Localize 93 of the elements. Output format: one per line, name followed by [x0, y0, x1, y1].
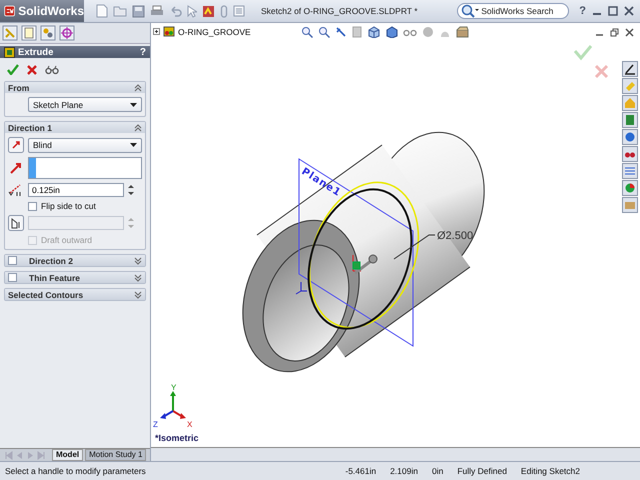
close-icon[interactable] — [625, 28, 634, 37]
box-icon[interactable] — [456, 26, 469, 38]
chevron-icon[interactable] — [134, 124, 142, 132]
app-name: SolidWorks — [18, 4, 84, 18]
pointer-icon[interactable] — [187, 4, 197, 18]
part-icon — [163, 26, 175, 37]
list-icon[interactable] — [233, 5, 245, 17]
axis-triad-icon — [160, 391, 186, 419]
status-field: 2.109in — [390, 466, 418, 476]
status-message: Select a handle to modify parameters — [5, 466, 146, 476]
pencil-icon[interactable] — [622, 61, 638, 77]
logo-icon — [4, 3, 16, 19]
leader-line — [394, 234, 436, 260]
paperclip-icon[interactable] — [220, 4, 228, 18]
origin-icon — [296, 282, 308, 294]
status-field: 0in — [432, 466, 444, 476]
zoom-icon[interactable] — [301, 26, 313, 38]
grid-icon[interactable] — [622, 163, 638, 179]
section-header[interactable]: From — [5, 82, 145, 93]
reverse-direction-button[interactable] — [8, 137, 24, 153]
printer-icon[interactable] — [150, 4, 164, 18]
restore-icon[interactable] — [610, 28, 619, 37]
view-label: *Isometric — [155, 433, 199, 443]
arrow-icon — [8, 160, 24, 176]
spinner-icon[interactable] — [128, 184, 134, 196]
status-field: Editing Sketch2 — [520, 466, 580, 476]
house-icon[interactable] — [622, 95, 638, 111]
chevron-icon[interactable] — [134, 256, 142, 264]
checkbox[interactable] — [8, 273, 17, 282]
wrench-icon[interactable] — [335, 26, 347, 38]
section-header[interactable]: Direction 2 — [5, 255, 145, 266]
tab[interactable]: Motion Study 1 — [85, 449, 146, 461]
section-title: Selected Contours — [8, 290, 84, 300]
status-field: -5.461in — [345, 466, 376, 476]
section-title: From — [8, 82, 30, 92]
search-bar[interactable]: SolidWorks Search — [457, 3, 570, 19]
glasses-icon[interactable] — [403, 27, 417, 37]
property-manager-icon[interactable] — [21, 25, 37, 41]
axis-label: Y — [171, 383, 176, 392]
chevron-icon[interactable] — [134, 290, 142, 298]
selection-box[interactable] — [28, 157, 142, 179]
help-button[interactable]: ? — [140, 46, 146, 58]
draft-button[interactable] — [8, 215, 24, 231]
app-logo[interactable]: SolidWorks — [0, 0, 84, 22]
section-title: Thin Feature — [29, 272, 80, 282]
checkbox-label: Draft outward — [41, 235, 92, 245]
tab[interactable]: Model — [52, 449, 84, 461]
help-button[interactable]: ? — [579, 5, 586, 17]
search-icon — [461, 4, 480, 18]
undo-icon[interactable] — [169, 5, 182, 17]
checkmark-icon[interactable] — [7, 64, 19, 75]
cube-icon[interactable] — [385, 26, 398, 38]
crosshair-icon[interactable] — [59, 25, 75, 41]
window-title: Sketch2 of O-RING_GROOVE.SLDPRT * — [261, 6, 418, 16]
new-document-icon[interactable] — [96, 4, 108, 18]
depth-field[interactable]: 0.125in — [28, 183, 124, 197]
expand-icon[interactable] — [153, 28, 160, 35]
close-icon[interactable] — [27, 64, 37, 74]
section-header[interactable]: Direction 1 — [5, 122, 145, 133]
section-header[interactable]: Selected Contours — [5, 289, 145, 300]
chevron-icon[interactable] — [134, 274, 142, 282]
cube-icon[interactable] — [367, 26, 380, 38]
search-input[interactable]: SolidWorks Search — [481, 6, 568, 16]
close-icon[interactable] — [624, 6, 634, 16]
diameter-dimension[interactable]: Ø2.500 — [437, 230, 474, 242]
caret-icon — [130, 102, 137, 106]
status-field: Fully Defined — [457, 466, 507, 476]
section-header[interactable]: Thin Feature — [5, 272, 145, 283]
checkbox[interactable] — [8, 256, 17, 265]
draft-angle-field[interactable] — [28, 216, 124, 230]
glasses-icon[interactable] — [45, 64, 59, 74]
axis-label: Z — [153, 420, 158, 429]
dropdown[interactable]: Blind — [28, 138, 142, 152]
panel-title: Extrude — [18, 46, 54, 58]
extrude-icon — [4, 46, 15, 58]
rebuild-icon[interactable] — [202, 4, 215, 18]
dropdown[interactable]: Sketch Plane — [28, 97, 142, 112]
chevron-icon[interactable] — [134, 84, 142, 92]
save-icon[interactable] — [132, 4, 145, 18]
page-icon[interactable] — [352, 26, 362, 38]
configuration-icon[interactable] — [40, 25, 56, 41]
maximize-icon[interactable] — [608, 6, 618, 16]
checkbox-label: Flip side to cut — [41, 201, 96, 211]
tree-item[interactable]: O-RING_GROOVE — [178, 26, 251, 36]
caret-icon — [130, 143, 137, 147]
section-title: Direction 2 — [29, 256, 73, 266]
drag-handle-icon[interactable] — [352, 254, 378, 274]
section-title: Direction 1 — [8, 122, 52, 132]
sketch-plane[interactable] — [298, 158, 414, 347]
feature-tree-icon[interactable] — [2, 25, 18, 41]
checkbox[interactable] — [28, 202, 37, 210]
zoom-icon[interactable] — [318, 26, 330, 38]
axis-label: X — [187, 420, 192, 429]
